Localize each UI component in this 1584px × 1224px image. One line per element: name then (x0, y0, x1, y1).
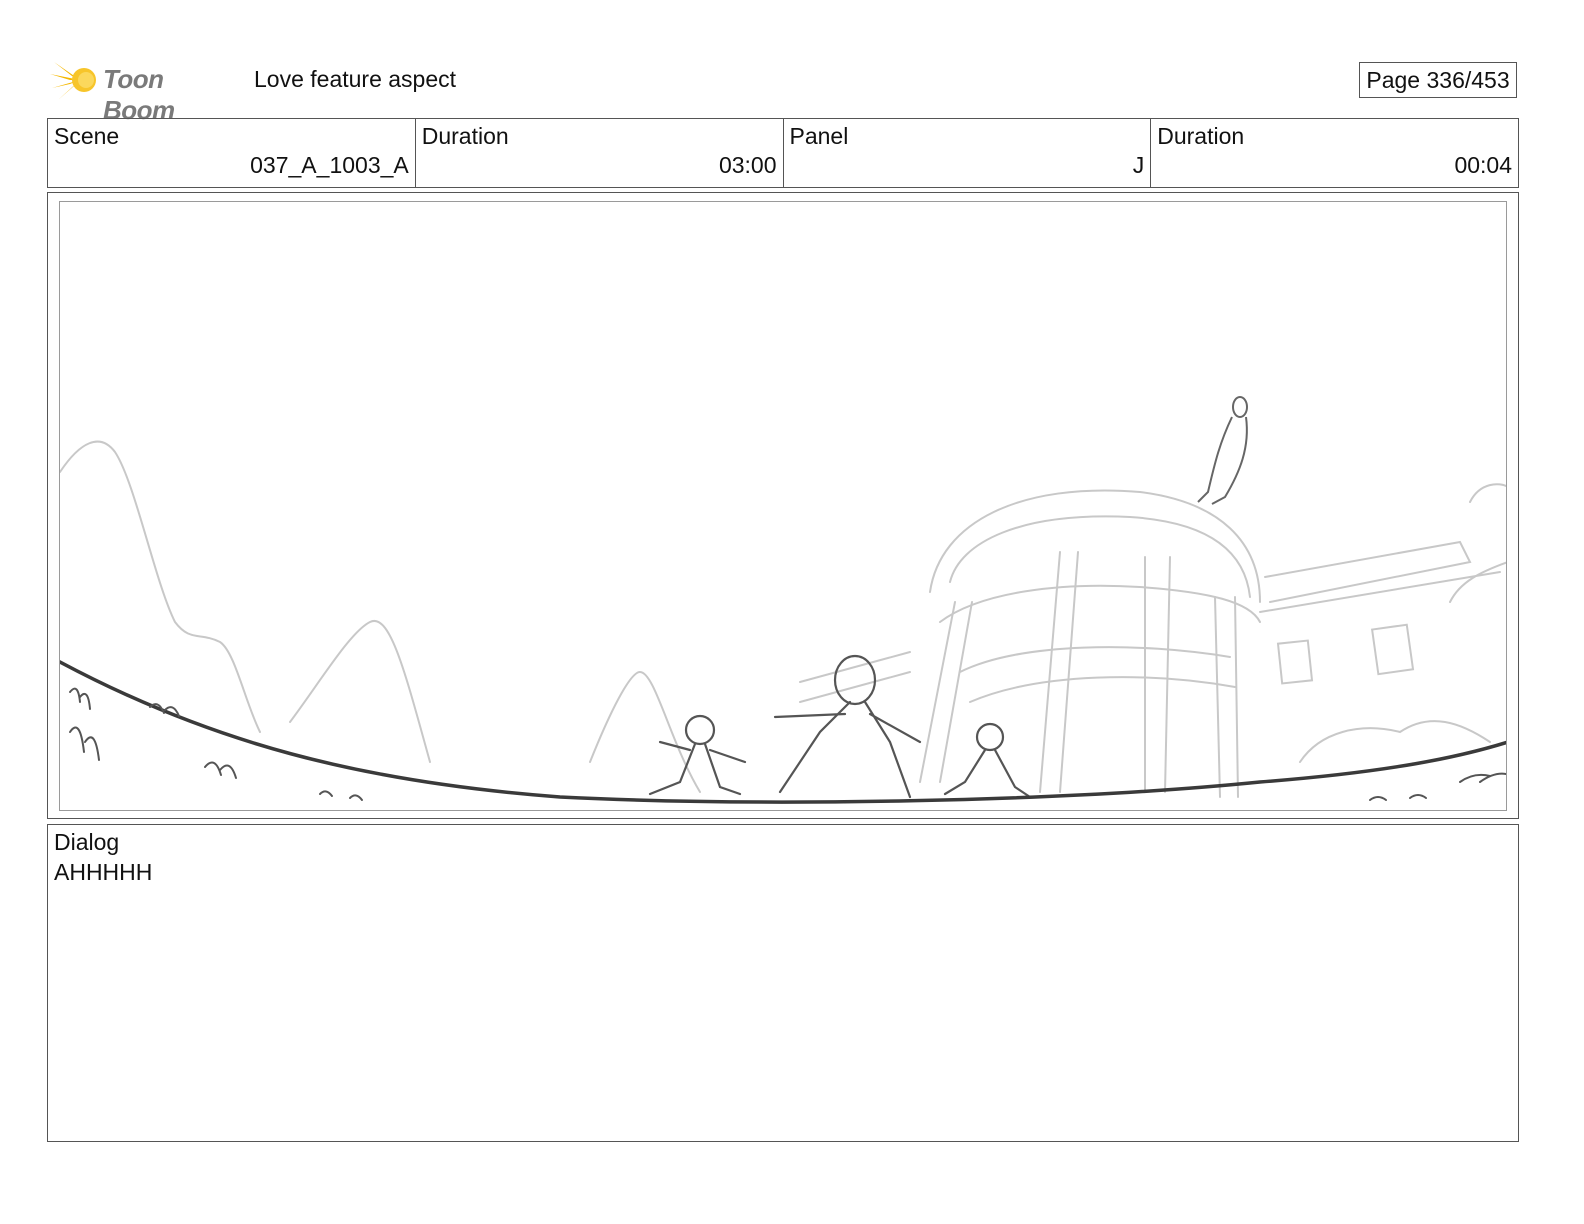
starburst-icon (50, 56, 96, 100)
dialog-text: AHHHHH (54, 859, 153, 885)
panel-cell: Panel J (784, 119, 1152, 187)
scene-duration-value: 03:00 (718, 152, 777, 178)
toon-boom-logo: Toon Boom (50, 54, 240, 125)
dialog-label: Dialog (54, 829, 120, 855)
panel-value: J (1132, 152, 1145, 178)
scene-duration-cell: Duration 03:00 (416, 119, 784, 187)
logo-text: Toon Boom (103, 64, 175, 125)
panel-safe-area (59, 201, 1507, 811)
panel-label: Panel (789, 123, 849, 149)
scene-cell: Scene 037_A_1003_A (48, 119, 416, 187)
dialog-box: Dialog AHHHHH (47, 824, 1519, 1142)
storyboard-panel (47, 192, 1519, 819)
panel-duration-value: 00:04 (1454, 152, 1512, 178)
scene-value: 037_A_1003_A (250, 152, 409, 178)
panel-sketch-image (60, 396, 1506, 804)
scene-duration-label: Duration (421, 123, 509, 149)
page-number: Page 336/453 (1359, 62, 1517, 98)
panel-duration-cell: Duration 00:04 (1151, 119, 1518, 187)
panel-duration-label: Duration (1157, 123, 1245, 149)
project-title: Love feature aspect (254, 66, 457, 92)
scene-info-row: Scene 037_A_1003_A Duration 03:00 Panel … (47, 118, 1519, 188)
scene-label: Scene (54, 123, 120, 149)
